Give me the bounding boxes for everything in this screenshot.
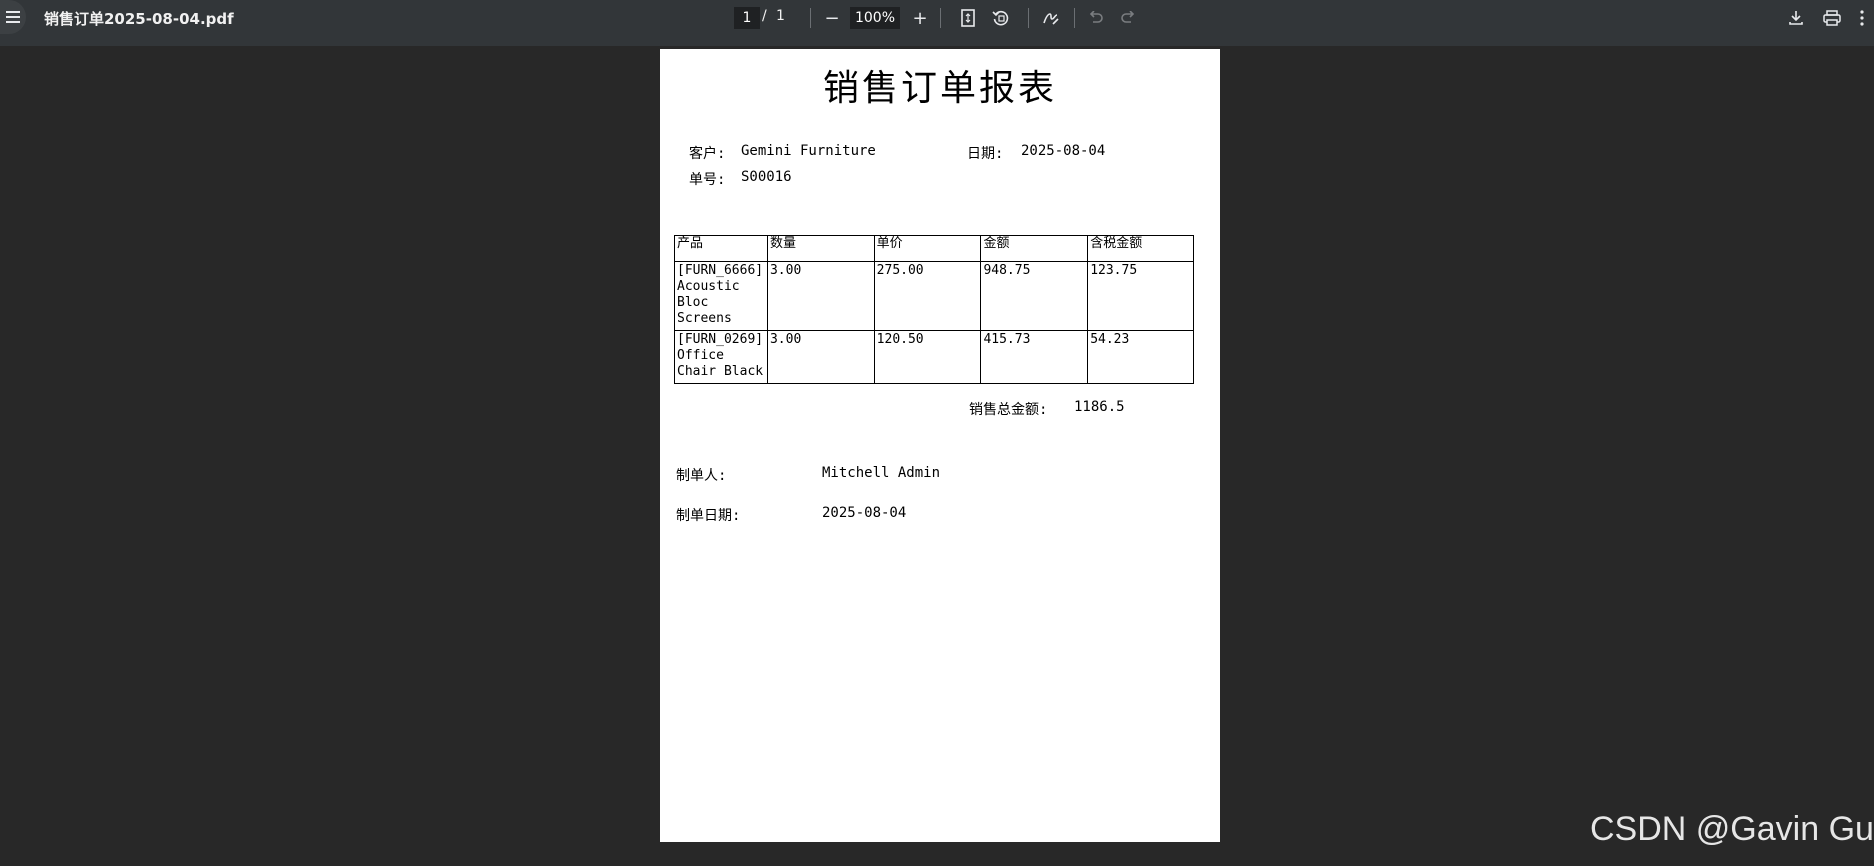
cell-unit-price: 275.00: [873, 261, 982, 331]
undo-button[interactable]: [1082, 4, 1110, 32]
zoom-out-button[interactable]: −: [818, 4, 846, 32]
print-button[interactable]: [1818, 4, 1846, 32]
fit-page-button[interactable]: [954, 4, 982, 32]
cell-product: [FURN_6666] Acoustic Bloc Screens: [674, 261, 768, 331]
cell-tax-amount: 54.23: [1087, 330, 1194, 384]
redo-icon: [1121, 11, 1135, 23]
table-row: [FURN_6666] Acoustic Bloc Screens 3.00 2…: [674, 261, 1194, 331]
order-number-value: S00016: [741, 169, 792, 185]
cell-quantity: 3.00: [766, 330, 875, 384]
file-title: 销售订单2025-08-04.pdf: [44, 10, 234, 28]
creator-label: 制单人:: [676, 468, 727, 484]
annotate-button[interactable]: [1037, 4, 1065, 32]
pdf-page: 销售订单报表 客户: Gemini Furniture 日期: 2025-08-…: [660, 49, 1220, 842]
header-tax-amount: 含税金额: [1087, 235, 1194, 262]
date-label: 日期:: [967, 146, 1004, 162]
zoom-in-button[interactable]: +: [906, 4, 934, 32]
date-value: 2025-08-04: [1021, 143, 1106, 159]
fit-page-icon: [961, 9, 975, 27]
cell-unit-price: 120.50: [873, 330, 982, 384]
total-label: 销售总金额:: [969, 402, 1048, 418]
rotate-icon: [992, 10, 1009, 26]
redo-button[interactable]: [1114, 4, 1142, 32]
toolbar-divider: [810, 8, 811, 28]
table-row: [FURN_0269] Office Chair Black 3.00 120.…: [674, 330, 1194, 384]
created-date-label: 制单日期:: [676, 508, 741, 524]
order-number-label: 单号:: [689, 172, 726, 188]
download-button[interactable]: [1782, 4, 1810, 32]
more-options-button[interactable]: [1848, 4, 1874, 32]
table-header-row: 产品 数量 单价 金额 含税金额: [674, 235, 1194, 262]
order-items-table: 产品 数量 单价 金额 含税金额 [FURN_6666] Acoustic Bl…: [674, 235, 1194, 384]
header-amount: 金额: [980, 235, 1089, 262]
cell-product: [FURN_0269] Office Chair Black: [674, 330, 768, 384]
pen-icon: [1043, 13, 1059, 25]
cell-quantity: 3.00: [766, 261, 875, 331]
header-product: 产品: [674, 235, 768, 262]
total-value: 1186.5: [1074, 399, 1125, 415]
zoom-input[interactable]: [850, 7, 900, 29]
toolbar-divider: [1028, 8, 1029, 28]
toolbar-divider: [1074, 8, 1075, 28]
customer-value: Gemini Furniture: [741, 143, 876, 159]
page-separator: /: [762, 8, 767, 24]
menu-button[interactable]: [0, 0, 26, 34]
document-title: 销售订单报表: [822, 68, 1057, 109]
creator-value: Mitchell Admin: [822, 465, 941, 481]
download-icon: [1789, 11, 1803, 25]
customer-label: 客户:: [689, 146, 726, 162]
header-quantity: 数量: [766, 235, 875, 262]
header-unit-price: 单价: [873, 235, 982, 262]
print-icon: [1823, 10, 1841, 26]
cell-tax-amount: 123.75: [1087, 261, 1194, 331]
more-vert-icon: [1860, 10, 1864, 26]
watermark: CSDN @Gavin Gu: [1590, 810, 1874, 848]
hamburger-icon: [6, 16, 20, 18]
rotate-button[interactable]: [987, 4, 1015, 32]
page-total: 1: [776, 8, 785, 24]
toolbar-divider: [940, 8, 941, 28]
page-number-input[interactable]: [734, 7, 760, 29]
cell-amount: 948.75: [980, 261, 1089, 331]
pdf-toolbar: 销售订单2025-08-04.pdf / 1 − +: [0, 0, 1874, 46]
cell-amount: 415.73: [980, 330, 1089, 384]
created-date-value: 2025-08-04: [822, 505, 907, 521]
undo-icon: [1089, 11, 1103, 23]
